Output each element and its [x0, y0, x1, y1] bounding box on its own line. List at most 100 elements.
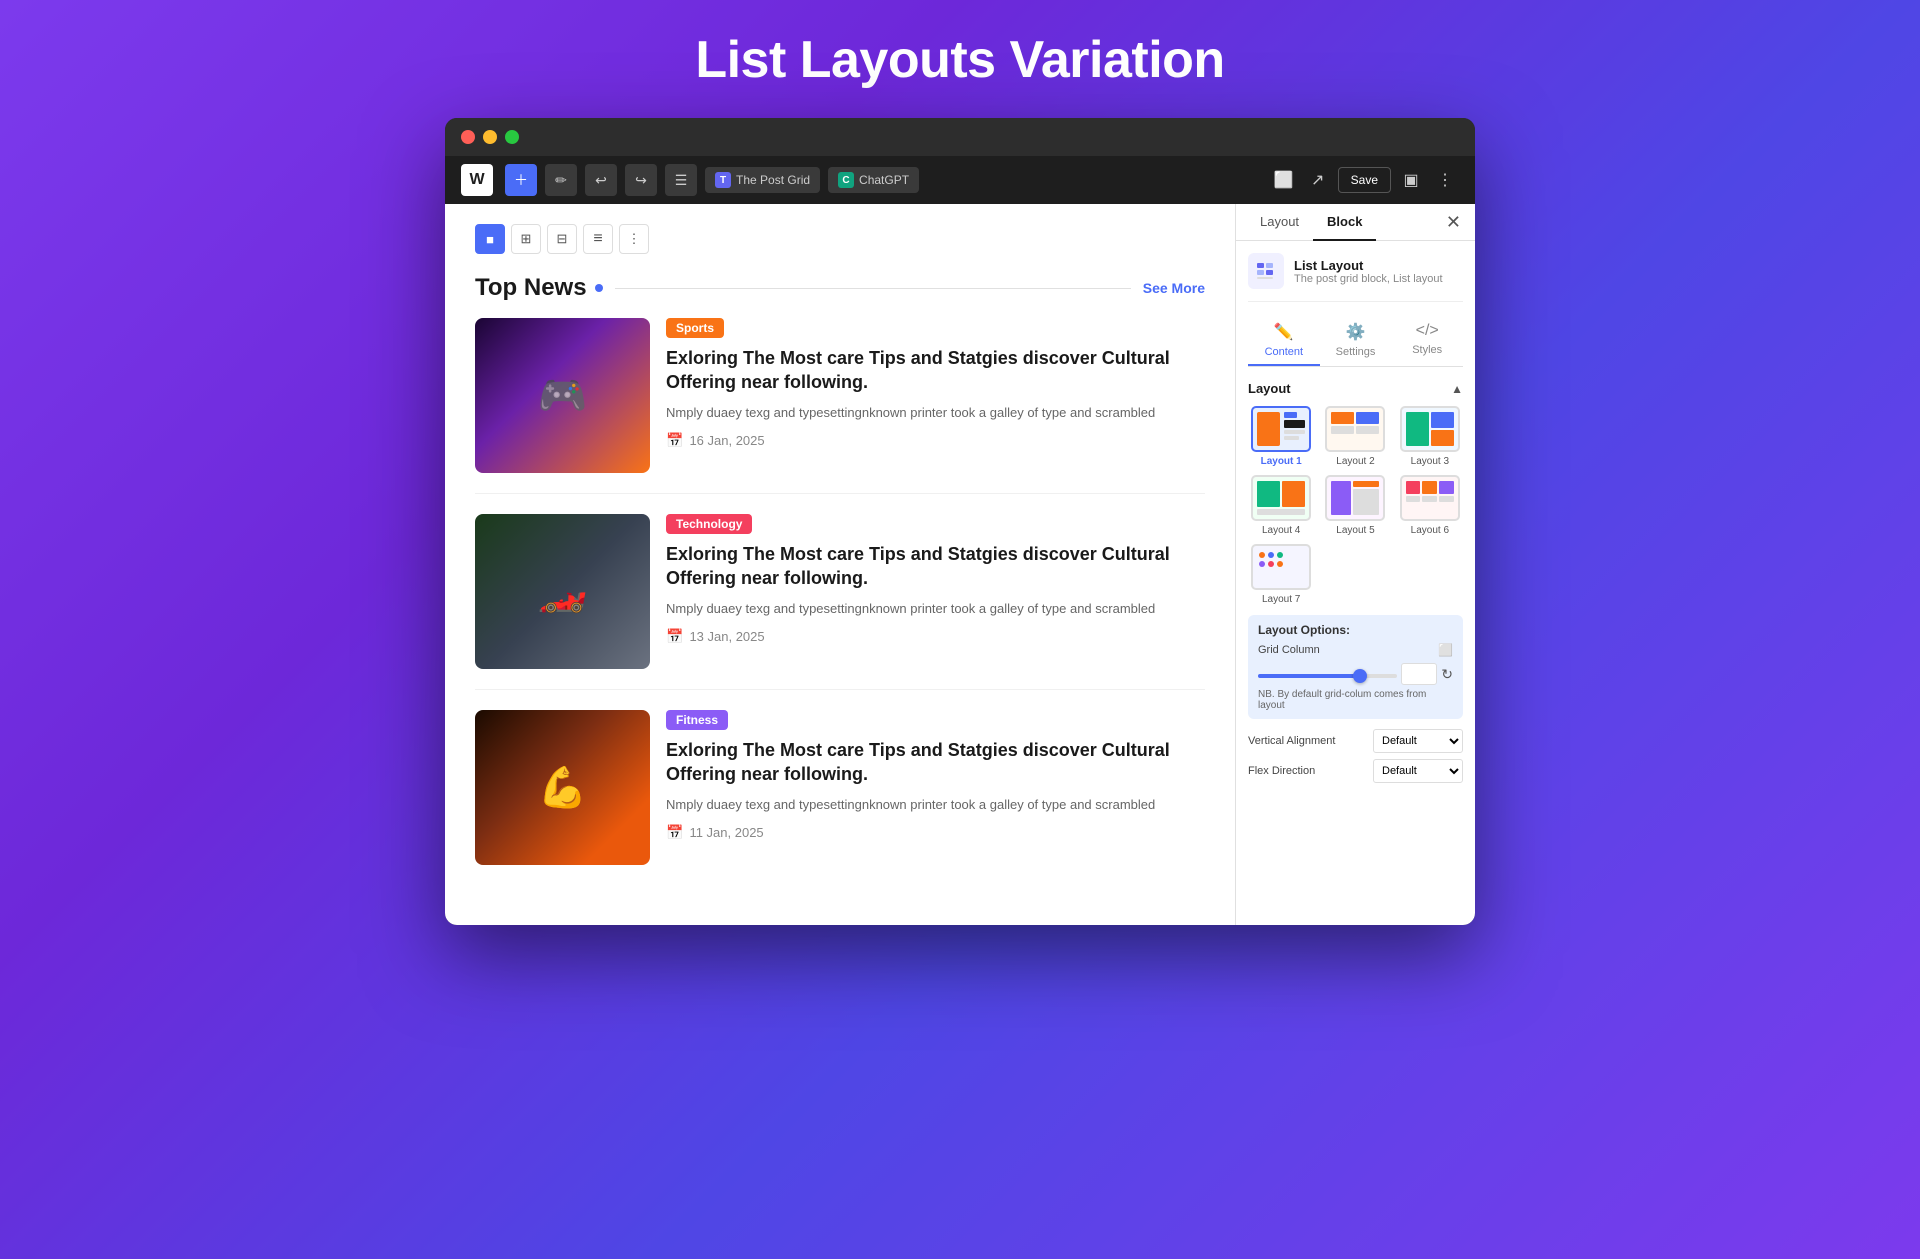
post-excerpt-3: Nmply duaey texg and typesettingnknown p…: [666, 795, 1205, 815]
post-date-3: 📅 11 Jan, 2025: [666, 824, 1205, 841]
layout-5-thumb: [1325, 475, 1385, 521]
post-date-text-2: 13 Jan, 2025: [689, 629, 764, 644]
browser-window: W ＋ ✏ ↩ ↪ ☰ T The Post Grid C ChatGPT ⬜ …: [445, 118, 1475, 925]
block-info: List Layout The post grid block, List la…: [1248, 253, 1463, 302]
content-tab-label: Content: [1265, 346, 1304, 358]
dot-green[interactable]: [505, 130, 519, 144]
flex-direction-select[interactable]: Default: [1373, 759, 1463, 783]
grid-icon: ⬜: [1438, 643, 1453, 657]
layout-4-thumb: [1251, 475, 1311, 521]
layout-thumbnails-grid: Layout 1 Layout 2: [1248, 406, 1463, 605]
tpg-plugin-label: The Post Grid: [736, 173, 810, 187]
chatgpt-button[interactable]: C ChatGPT: [828, 167, 919, 193]
sidebar-toggle-button[interactable]: ▣: [1397, 166, 1425, 194]
vertical-alignment-select[interactable]: Default: [1373, 729, 1463, 753]
edit-button[interactable]: ✏: [545, 164, 577, 196]
the-post-grid-button[interactable]: T The Post Grid: [705, 167, 820, 193]
post-date-2: 📅 13 Jan, 2025: [666, 628, 1205, 645]
block-info-text: List Layout The post grid block, List la…: [1294, 258, 1443, 285]
page-title: List Layouts Variation: [695, 30, 1224, 90]
post-excerpt-2: Nmply duaey texg and typesettingnknown p…: [666, 599, 1205, 619]
panel-tabs: Layout Block ✕: [1236, 204, 1475, 241]
layout-2-thumb: [1325, 406, 1385, 452]
redo-button[interactable]: ↪: [625, 164, 657, 196]
dot-red[interactable]: [461, 130, 475, 144]
reset-icon[interactable]: ↻: [1441, 666, 1453, 683]
grid-column-input[interactable]: [1401, 663, 1437, 685]
calendar-icon-3: 📅: [666, 824, 683, 841]
layout-7-item[interactable]: Layout 7: [1248, 544, 1314, 605]
save-button[interactable]: Save: [1338, 167, 1391, 193]
post-title-2: Exloring The Most care Tips and Statgies…: [666, 542, 1205, 591]
post-category-1[interactable]: Sports: [666, 318, 724, 338]
preview-icon-button[interactable]: ⬜: [1270, 166, 1298, 194]
vertical-alignment-label: Vertical Alignment: [1248, 735, 1335, 747]
section-title: Top News: [475, 274, 587, 302]
add-block-button[interactable]: ＋: [505, 164, 537, 196]
post-date-text-1: 16 Jan, 2025: [689, 433, 764, 448]
section-divider: [615, 288, 1131, 289]
post-content-1: Sports Exloring The Most care Tips and S…: [666, 318, 1205, 473]
editor-area: ■ ⊞ ⊟ ≡ ⋮ Top News See More Sports: [445, 204, 1235, 925]
post-date-1: 📅 16 Jan, 2025: [666, 432, 1205, 449]
vertical-alignment-row: Vertical Alignment Default: [1248, 729, 1463, 753]
wp-toolbar: W ＋ ✏ ↩ ↪ ☰ T The Post Grid C ChatGPT ⬜ …: [445, 156, 1475, 204]
block-style-toggle[interactable]: ■: [475, 224, 505, 254]
layout-4-label: Layout 4: [1262, 525, 1300, 536]
post-item-2: Technology Exloring The Most care Tips a…: [475, 514, 1205, 690]
pencil-icon: ✏: [555, 172, 567, 189]
grid-column-slider[interactable]: [1258, 674, 1397, 678]
layout-2-item[interactable]: Layout 2: [1322, 406, 1388, 467]
grid-column-row: Grid Column ⬜: [1258, 643, 1453, 657]
styles-tab-label: Styles: [1412, 344, 1442, 356]
layout-5-item[interactable]: Layout 5: [1322, 475, 1388, 536]
settings-tab-label: Settings: [1336, 346, 1376, 358]
nb-text: NB. By default grid-colum comes from lay…: [1258, 689, 1453, 711]
top-news-header: Top News See More: [475, 274, 1205, 302]
tab-layout[interactable]: Layout: [1246, 204, 1313, 241]
layout-section-title: Layout: [1248, 381, 1291, 396]
dot-yellow[interactable]: [483, 130, 497, 144]
list-layout-icon: [1256, 261, 1276, 281]
list-view-button[interactable]: ☰: [665, 164, 697, 196]
layout-options-box: Layout Options: Grid Column ⬜ ↻ NB. By d…: [1248, 615, 1463, 719]
layout-6-thumb: [1400, 475, 1460, 521]
post-thumbnail-3: [475, 710, 650, 865]
layout-6-item[interactable]: Layout 6: [1397, 475, 1463, 536]
chevron-up-icon[interactable]: ▲: [1451, 382, 1463, 396]
flex-direction-label: Flex Direction: [1248, 765, 1315, 777]
plus-icon: ＋: [514, 170, 528, 190]
layout-options-title: Layout Options:: [1258, 623, 1453, 637]
panel-close-button[interactable]: ✕: [1442, 212, 1465, 233]
block-align-left[interactable]: ≡: [583, 224, 613, 254]
layout-1-item[interactable]: Layout 1: [1248, 406, 1314, 467]
block-name-label: List Layout: [1294, 258, 1443, 273]
layout-3-thumb: [1400, 406, 1460, 452]
tab-block[interactable]: Block: [1313, 204, 1376, 241]
block-icon: [1248, 253, 1284, 289]
post-category-2[interactable]: Technology: [666, 514, 752, 534]
see-more-link[interactable]: See More: [1143, 280, 1205, 296]
more-options-button[interactable]: ⋮: [1431, 166, 1459, 194]
post-category-3[interactable]: Fitness: [666, 710, 728, 730]
post-item-3: Fitness Exloring The Most care Tips and …: [475, 710, 1205, 885]
layout-section-header: Layout ▲: [1248, 381, 1463, 396]
redo-icon: ↪: [635, 172, 647, 189]
undo-button[interactable]: ↩: [585, 164, 617, 196]
tab-styles[interactable]: </> Styles: [1391, 316, 1463, 366]
settings-icon: ⚙️: [1346, 322, 1366, 342]
block-list-view[interactable]: ⊟: [547, 224, 577, 254]
post-date-text-3: 11 Jan, 2025: [689, 825, 763, 840]
layout-5-label: Layout 5: [1336, 525, 1374, 536]
tab-settings[interactable]: ⚙️ Settings: [1320, 316, 1392, 366]
undo-icon: ↩: [595, 172, 607, 189]
block-grid-view[interactable]: ⊞: [511, 224, 541, 254]
post-content-3: Fitness Exloring The Most care Tips and …: [666, 710, 1205, 865]
external-link-button[interactable]: ↗: [1304, 166, 1332, 194]
layout-3-item[interactable]: Layout 3: [1397, 406, 1463, 467]
block-more-options[interactable]: ⋮: [619, 224, 649, 254]
layout-4-item[interactable]: Layout 4: [1248, 475, 1314, 536]
tab-content[interactable]: ✏️ Content: [1248, 316, 1320, 366]
block-toolbar: ■ ⊞ ⊟ ≡ ⋮: [475, 224, 1205, 254]
layout-2-label: Layout 2: [1336, 456, 1374, 467]
